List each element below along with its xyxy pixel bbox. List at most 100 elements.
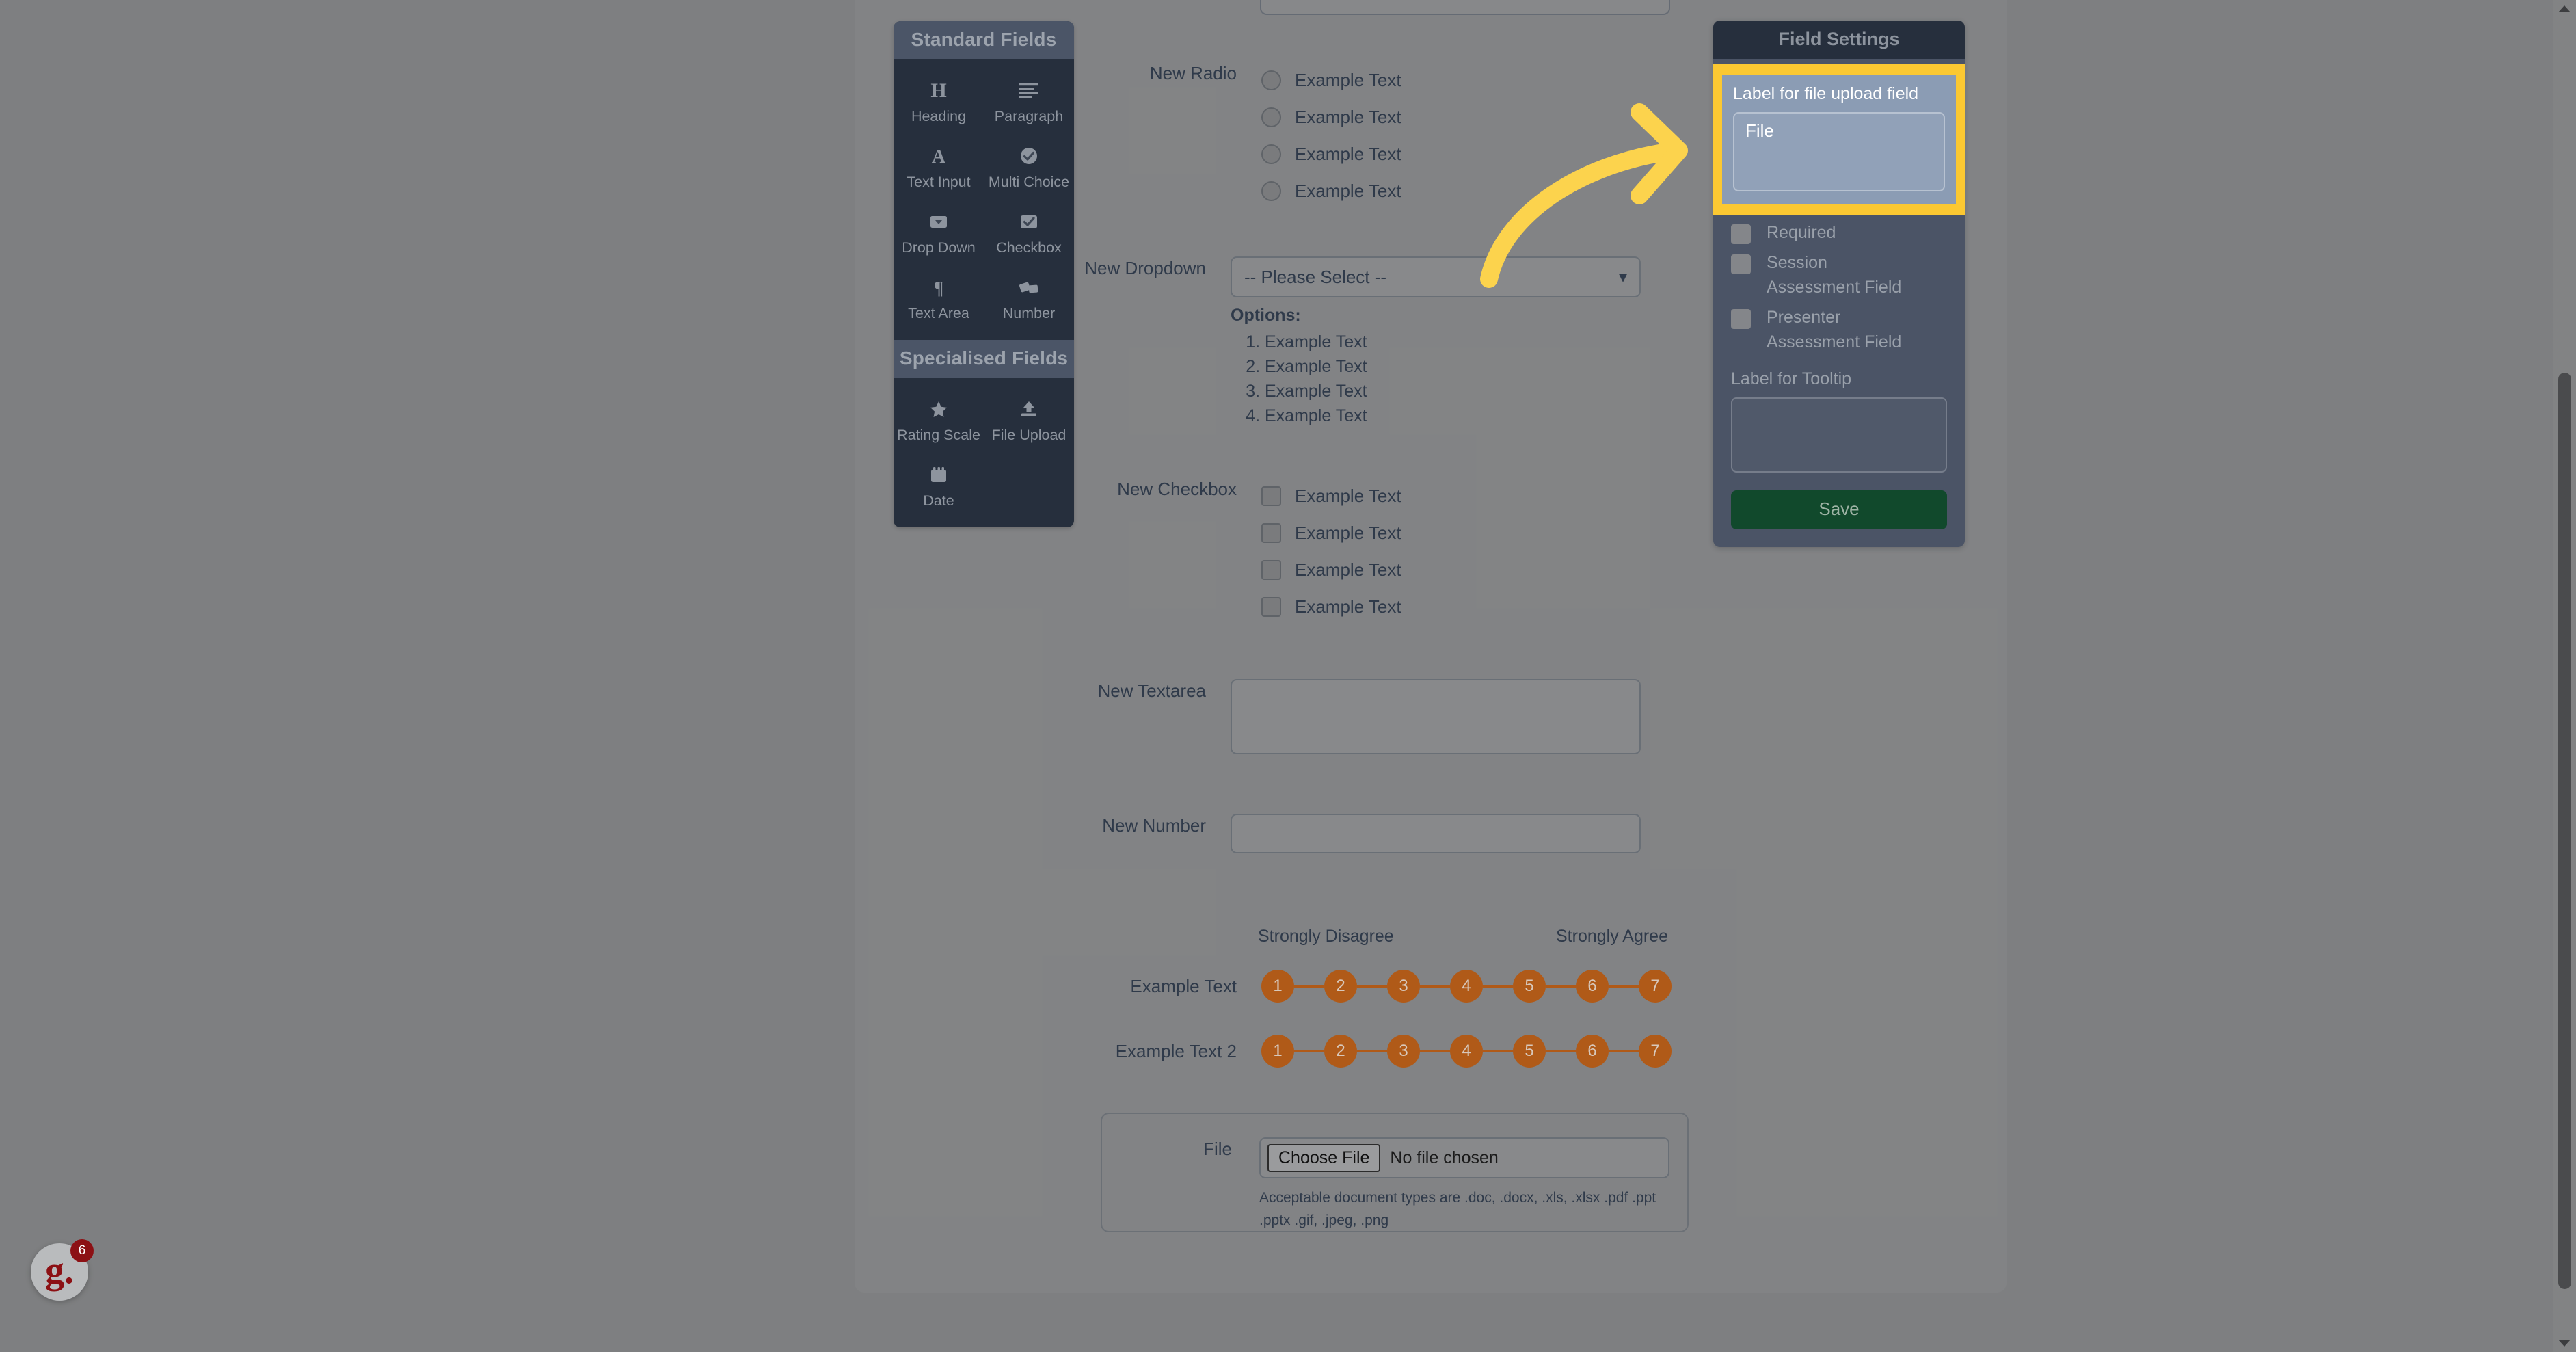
palette-item-label: Text Input (907, 174, 971, 190)
rating-connector (1357, 1050, 1387, 1052)
rating-point[interactable]: 1 (1261, 970, 1294, 1003)
rating-connector (1546, 985, 1576, 988)
chevron-down-icon: ▾ (1618, 267, 1627, 287)
setting-label: Session Assessment Field (1767, 253, 1902, 297)
checkbox-icon[interactable] (1261, 596, 1281, 617)
radio-option-label: Example Text (1295, 180, 1401, 201)
rating-anchor-right: Strongly Agree (1556, 927, 1668, 946)
label-field-group: Label for file upload field File (1722, 75, 1956, 204)
rating-point[interactable]: 6 (1576, 970, 1609, 1003)
scroll-down-arrow-icon[interactable] (2558, 1340, 2571, 1347)
rating-point[interactable]: 5 (1513, 970, 1546, 1003)
field-label-new-textarea: New Textarea (1097, 680, 1207, 701)
palette-item-text-area[interactable]: ¶ Text Area (894, 263, 984, 329)
radio-button-icon[interactable] (1261, 70, 1281, 90)
rating-connector (1294, 1050, 1324, 1052)
form-row-new-radio: New Radio Example Text Example Text Exam… (1025, 62, 1641, 209)
palette-item-label: File Upload (991, 427, 1066, 443)
support-chat-widget[interactable]: g. 6 (31, 1239, 94, 1301)
checkbox-option[interactable]: Example Text (1261, 514, 1641, 551)
rating-point[interactable]: 3 (1387, 970, 1420, 1003)
checkbox-icon[interactable] (1731, 254, 1751, 274)
rating-point[interactable]: 2 (1324, 970, 1357, 1003)
checkbox-option-label: Example Text (1295, 485, 1401, 506)
vertical-scrollbar[interactable] (2553, 0, 2576, 1352)
rating-connector (1609, 985, 1639, 988)
palette-item-heading[interactable]: H Heading (894, 66, 984, 132)
choose-file-button[interactable]: Choose File (1267, 1143, 1381, 1172)
checkbox-option[interactable]: Example Text (1261, 551, 1641, 588)
highlighted-label-section: Label for file upload field File (1713, 64, 1965, 215)
scrollbar-thumb[interactable] (2558, 373, 2571, 1289)
rating-point[interactable]: 7 (1639, 1035, 1672, 1068)
field-settings-panel: Field Settings Label for file upload fie… (1713, 21, 1965, 547)
rating-point[interactable]: 5 (1513, 1035, 1546, 1068)
save-button[interactable]: Save (1731, 490, 1947, 529)
rating-connector (1294, 985, 1324, 988)
radio-option[interactable]: Example Text (1261, 172, 1641, 209)
palette-item-date[interactable]: Date (894, 451, 984, 516)
radio-button-icon[interactable] (1261, 107, 1281, 127)
checkbox-option[interactable]: Example Text (1261, 477, 1641, 514)
radio-option[interactable]: Example Text (1261, 62, 1641, 98)
rating-point[interactable]: 7 (1639, 970, 1672, 1003)
rating-point[interactable]: 3 (1387, 1035, 1420, 1068)
rating-scale-row-1: Example Text 1 2 3 4 5 6 7 (1025, 970, 1672, 1003)
radio-option-label: Example Text (1295, 69, 1401, 90)
checkbox-icon[interactable] (1731, 309, 1751, 329)
checkbox-icon[interactable] (1261, 486, 1281, 506)
checkbox-icon[interactable] (1261, 559, 1281, 580)
checkbox-option[interactable]: Example Text (1261, 588, 1641, 625)
rating-point[interactable]: 4 (1450, 970, 1483, 1003)
file-field-card: File Choose File No file chosen Acceptab… (1101, 1113, 1689, 1232)
rating-connector (1483, 1050, 1513, 1052)
setting-required[interactable]: Required (1713, 215, 1965, 245)
rating-connector (1420, 985, 1450, 988)
field-label-new-number: New Number (1102, 815, 1206, 836)
rating-point[interactable]: 4 (1450, 1035, 1483, 1068)
heading-icon: H (896, 77, 981, 102)
checkbox-option-label: Example Text (1295, 596, 1401, 617)
setting-session-assessment-field[interactable]: Session Assessment Field (1713, 245, 1965, 300)
rating-point[interactable]: 6 (1576, 1035, 1609, 1068)
textarea-input[interactable] (1231, 679, 1641, 754)
checkbox-icon[interactable] (1731, 224, 1751, 244)
radio-button-icon[interactable] (1261, 181, 1281, 201)
setting-label: Presenter Assessment Field (1767, 308, 1902, 352)
palette-item-label: Heading (911, 108, 967, 124)
scroll-up-arrow-icon[interactable] (2558, 5, 2571, 12)
palette-item-label: Checkbox (996, 239, 1062, 256)
star-icon (896, 396, 981, 421)
field-label-file: File (1203, 1139, 1232, 1159)
file-control: Choose File No file chosen Acceptable do… (1259, 1137, 1683, 1232)
checkbox-icon[interactable] (1261, 522, 1281, 543)
palette-item-label: Rating Scale (897, 427, 980, 443)
rating-point[interactable]: 2 (1324, 1035, 1357, 1068)
palette-item-drop-down[interactable]: Drop Down (894, 198, 984, 263)
list-item: Example Text (1265, 354, 1641, 379)
list-item: Example Text (1265, 403, 1641, 428)
number-input[interactable] (1231, 814, 1641, 853)
partial-input-above-fold[interactable] (1260, 0, 1670, 15)
palette-item-label: Drop Down (902, 239, 976, 256)
palette-item-text-input[interactable]: A Text Input (894, 132, 984, 198)
setting-label: Required (1767, 223, 1836, 242)
file-upload-input[interactable]: Choose File No file chosen (1259, 1137, 1669, 1178)
label-for-file-upload-field-input[interactable]: File (1733, 112, 1945, 191)
radio-option[interactable]: Example Text (1261, 135, 1641, 172)
rating-connector (1357, 985, 1387, 988)
dropdown-options-title: Options: (1231, 306, 1301, 325)
field-settings-title: Field Settings (1713, 21, 1965, 59)
field-settings-body: Label for file upload field File Require… (1713, 64, 1965, 547)
radio-button-icon[interactable] (1261, 144, 1281, 164)
radio-option[interactable]: Example Text (1261, 98, 1641, 135)
palette-item-rating-scale[interactable]: Rating Scale (894, 385, 984, 451)
field-label-new-checkbox: New Checkbox (1117, 479, 1237, 499)
dropdown-select[interactable]: -- Please Select -- ▾ (1231, 256, 1641, 297)
setting-presenter-assessment-field[interactable]: Presenter Assessment Field (1713, 300, 1965, 354)
rating-row-label: Example Text 2 (1115, 1041, 1237, 1061)
tooltip-label-input[interactable] (1731, 397, 1947, 473)
radio-option-label: Example Text (1295, 106, 1401, 127)
radio-option-label: Example Text (1295, 143, 1401, 164)
rating-point[interactable]: 1 (1261, 1035, 1294, 1068)
